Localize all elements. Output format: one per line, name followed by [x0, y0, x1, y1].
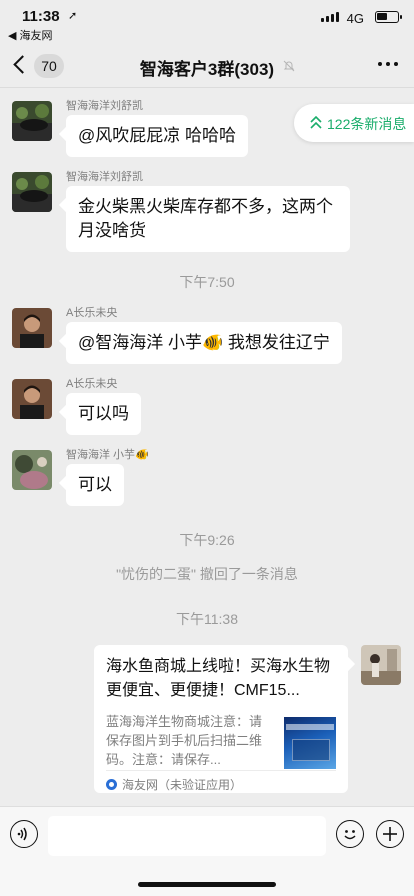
sender-name: 智海海洋 小芋🐠: [66, 449, 149, 461]
new-messages-label: 122条新消息: [327, 116, 407, 132]
chat-title: 智海客户3群(303): [139, 60, 275, 79]
location-icon: ➚: [68, 10, 78, 22]
timestamp: 下午11:38: [176, 611, 238, 627]
plus-icon: [383, 827, 397, 841]
double-chevron-up-icon: [310, 116, 322, 129]
link-card-description: 蓝海海洋生物商城注意：请保存图片到手机后扫描二维码。注意：请保存...: [106, 714, 263, 767]
own-avatar[interactable]: [361, 645, 401, 685]
message-input[interactable]: [48, 816, 326, 856]
more-functions-button[interactable]: [376, 820, 404, 848]
mute-bell-icon: [283, 60, 295, 72]
avatar[interactable]: [12, 101, 52, 141]
message-bubble[interactable]: @风吹屁屁凉 哈哈哈: [66, 115, 248, 157]
smiley-icon: [344, 830, 356, 840]
link-card[interactable]: 海水鱼商城上线啦！买海水生物更便宜、更便捷！CMF15... 蓝海海洋生物商城注…: [94, 645, 348, 793]
more-options-button[interactable]: [378, 62, 398, 66]
emoji-button[interactable]: [336, 820, 364, 848]
sender-name: A长乐未央: [66, 378, 118, 390]
voice-input-button[interactable]: [10, 820, 38, 848]
sender-name: 智海海洋刘舒凯: [66, 100, 143, 112]
avatar[interactable]: [12, 450, 52, 490]
timestamp: 下午9:26: [179, 532, 235, 548]
voice-icon: [17, 827, 27, 841]
link-card-title: 海水鱼商城上线啦！买海水生物更便宜、更便捷！CMF15...: [106, 658, 331, 699]
avatar[interactable]: [12, 379, 52, 419]
message-bubble[interactable]: 可以吗: [66, 393, 141, 435]
message-bubble[interactable]: 金火柴黑火柴库存都不多，这两个月没啥货: [66, 186, 350, 252]
timestamp: 下午7:50: [179, 274, 235, 290]
message-list: 122条新消息 智海海洋刘舒凯 @风吹屁屁凉 哈哈哈 智海海洋刘舒凯 金火柴黑火…: [0, 89, 414, 806]
battery-icon: [375, 11, 402, 23]
link-card-thumbnail: [284, 717, 336, 769]
new-messages-pill[interactable]: 122条新消息: [294, 104, 414, 142]
network-type: 4G: [346, 11, 364, 26]
link-card-source-label: 海友网（未验证应用）: [122, 778, 243, 792]
message-bubble[interactable]: @智海海洋 小芋🐠 我想发往辽宁: [66, 322, 342, 364]
avatar[interactable]: [12, 172, 52, 212]
app-logo-icon: [106, 779, 117, 790]
sender-name: 智海海洋刘舒凯: [66, 171, 143, 183]
status-bar: 11:38 ➚ ◀ 海友网 4G: [0, 0, 414, 44]
recall-notice: "忧伤的二蛋" 撤回了一条消息: [116, 566, 298, 582]
status-time: 11:38: [22, 8, 60, 25]
back-to-app-link[interactable]: ◀ 海友网: [8, 27, 53, 43]
chat-header: 70 智海客户3群(303): [0, 44, 414, 88]
message-bubble[interactable]: 可以: [66, 464, 124, 506]
avatar[interactable]: [12, 308, 52, 348]
link-card-source: 海友网（未验证应用）: [106, 770, 336, 793]
sender-name: A长乐未央: [66, 307, 118, 319]
home-indicator[interactable]: [138, 882, 276, 887]
signal-icon: [321, 12, 339, 22]
